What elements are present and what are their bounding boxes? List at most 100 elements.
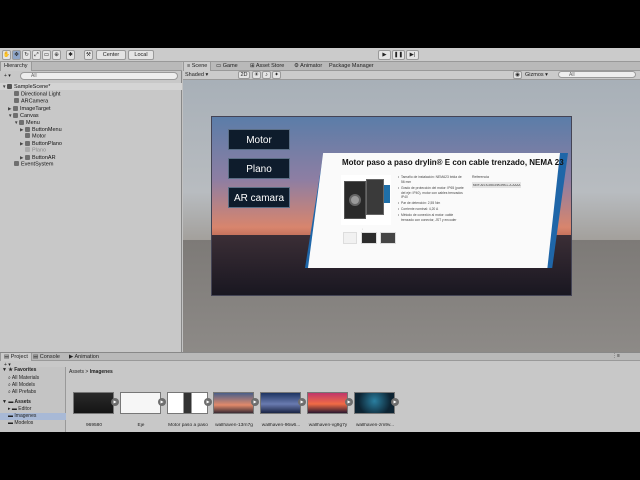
hierarchy-row[interactable]: ▼ Canvas [8,112,39,119]
asset-thumbnail-wallhaven-96w6[interactable] [260,392,301,414]
image-caption-icon: ◦ [362,227,364,231]
plano-button[interactable]: Plano [228,158,290,179]
tab-animator[interactable]: ⚙ Animator [291,62,325,71]
tab-game[interactable]: ▭ Game [213,62,241,71]
hierarchy-row[interactable]: Directional Light [14,91,60,98]
sidebar-item-all-prefabs[interactable]: ⌕ All Prefabs [8,389,36,396]
sidebar-item-modelos[interactable]: ▬ Modelos [8,420,33,427]
hierarchy-row[interactable]: ▶ ImageTarget [8,105,51,112]
motor-thumbnail-1[interactable] [343,232,357,244]
play-button[interactable]: ▶ [378,50,391,60]
pivot-icon[interactable]: ⚒ [84,50,93,60]
tab-hierarchy[interactable]: Hierarchy [0,62,32,71]
pivot-rotation-button[interactable]: Local [128,50,154,60]
tab-asset-store[interactable]: ⊞ Asset Store [247,62,287,71]
create-dropdown[interactable]: + ▾ [4,73,11,79]
expand-asset-icon[interactable]: ▶ [111,398,119,406]
gameobject-icon [14,161,19,166]
breadcrumb-imagenes[interactable]: Imagenes [90,369,113,375]
motor-info-card: Motor paso a paso drylin® E con cable tr… [305,153,568,268]
tab-scene[interactable]: ≡ Scene [183,62,212,71]
spec-item: Par de detención: 2,55 Nm [398,201,465,206]
spec-item: Tamaño de instalación: NEMA23 brida de 5… [398,175,465,184]
asset-thumbnail-wallhaven-zm9v[interactable] [354,392,395,414]
unity-editor: ✋ ✥ ↻ ⤢ ▭ ⊕ ✱ ⚒ Center Local ▶ ❚❚ ▶| Hie… [0,48,640,432]
sidebar-item-all-materials[interactable]: ⌕ All Materials [8,375,39,382]
gameobject-icon [25,154,30,160]
scene-camera-icon[interactable]: ◉ [513,71,522,79]
scale-tool-button[interactable]: ⤢ [32,50,41,60]
motor-button[interactable]: Motor [228,129,290,150]
asset-label: wallhaven-vg9g7y [308,423,348,428]
row-label: Plano [32,147,47,154]
shading-mode-dropdown[interactable]: Shaded ▾ [185,72,208,78]
2d-toggle[interactable]: 2D [238,71,250,79]
hierarchy-row[interactable]: ARCamera [14,98,48,105]
tab-label: Animator [300,63,323,69]
hierarchy-row[interactable]: ▼ Menu [14,119,40,126]
row-label: EventSystem [21,161,54,168]
expand-asset-icon[interactable]: ▶ [391,398,399,406]
step-button[interactable]: ▶| [406,50,419,60]
gizmos-dropdown[interactable]: Gizmos ▾ [525,72,548,78]
hierarchy-search-input[interactable]: All [20,72,178,80]
scene-panel: ≡ Scene ▭ Game ⊞ Asset Store ⚙ Animator … [183,62,640,352]
asset-label: Eje [137,423,145,428]
move-tool-button[interactable]: ✥ [12,50,21,60]
canvas-ui[interactable]: Motor Plano AR camara Motor paso a paso … [211,116,572,296]
pivot-mode-button[interactable]: Center [96,50,126,60]
favorites-header[interactable]: ▼ ★ Favorites [2,367,36,374]
ar-camara-button[interactable]: AR camara [228,187,290,208]
tab-console[interactable]: ▤ Console [30,353,63,361]
effects-toggle-icon[interactable]: ✦ [272,71,281,79]
expand-asset-icon[interactable]: ▶ [298,398,306,406]
expand-asset-icon[interactable]: ▶ [345,398,353,406]
tab-label: Console [39,354,60,360]
gameobject-icon [25,126,30,132]
spec-item: Corriente nominal: 4,20 A [398,207,465,212]
scene-name: SampleScene* [14,84,51,90]
scene-search-input[interactable]: All [558,71,636,78]
tab-package-manager[interactable]: Package Manager [326,62,377,71]
expand-asset-icon[interactable]: ▶ [158,398,166,406]
expand-asset-icon[interactable]: ▶ [251,398,259,406]
tab-animation[interactable]: ▶ Animation [66,353,102,361]
motor-thumbnail-2[interactable] [361,232,377,244]
hierarchy-row-scene[interactable]: ▼ SampleScene* [0,83,182,90]
tab-project[interactable]: ▤ Project [0,353,32,361]
hierarchy-row[interactable]: ▶ ButtonMenu [20,126,62,133]
sidebar-item-all-models[interactable]: ⌕ All Models [8,382,35,389]
tab-label: Asset Store [255,63,285,69]
hierarchy-row[interactable]: Plano [25,147,46,154]
asset-thumbnail-wallhaven-vg9g7y[interactable] [307,392,348,414]
rotate-tool-button[interactable]: ↻ [22,50,31,60]
tab-label: Package Manager [329,63,374,69]
hierarchy-row[interactable]: ▶ ButtonAR [20,154,56,161]
hand-tool-button[interactable]: ✋ [2,50,11,60]
tab-label: Animation [74,354,99,360]
motor-thumbnail-3[interactable] [380,232,396,244]
tab-label: Project [10,354,28,360]
expand-asset-icon[interactable]: ▶ [204,398,212,406]
lighting-toggle-icon[interactable]: ☀ [252,71,261,79]
main-toolbar: ✋ ✥ ↻ ⤢ ▭ ⊕ ✱ ⚒ Center Local ▶ ❚❚ ▶| [0,48,640,62]
sidebar-label: Modelos [14,420,34,426]
custom-tool-button[interactable]: ✱ [66,50,75,60]
rect-tool-button[interactable]: ▭ [42,50,51,60]
breadcrumb-assets[interactable]: Assets [69,369,84,375]
sidebar-item-imagenes[interactable]: ▬ Imagenes [0,413,66,420]
asset-thumbnail-wallhaven-13rn7g[interactable] [213,392,254,414]
gameobject-icon [25,140,30,146]
asset-thumbnail-969580[interactable] [73,392,114,414]
pause-button[interactable]: ❚❚ [392,50,405,60]
asset-thumbnail-motor[interactable] [167,392,208,414]
asset-thumbnail-eje[interactable] [120,392,161,414]
assets-header[interactable]: ▼ ▬ Assets [2,399,31,406]
transform-tool-button[interactable]: ⊕ [52,50,61,60]
hierarchy-row[interactable]: EventSystem [14,161,53,168]
audio-toggle-icon[interactable]: ♪ [262,71,271,79]
hierarchy-row[interactable]: ▶ ButtonPlano [20,140,62,147]
hierarchy-row[interactable]: Motor [25,133,46,140]
sidebar-item-editor[interactable]: ▸ ▬ Editor [8,406,31,413]
panel-options-icon[interactable]: ⋮≡ [612,353,620,359]
